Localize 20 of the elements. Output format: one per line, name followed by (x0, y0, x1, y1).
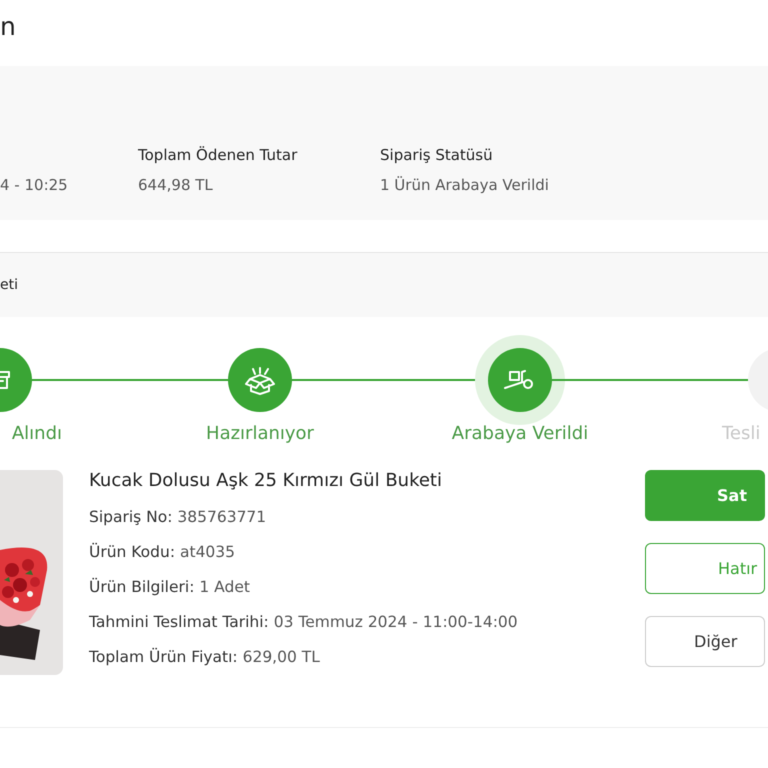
open-box-icon (243, 365, 277, 395)
section-text: eti (0, 277, 18, 293)
summary-value: 1 Ürün Arabaya Verildi (380, 176, 550, 194)
product-detail: Ürün Bilgileri: 1 Adet (89, 578, 251, 596)
product-title: Kucak Dolusu Aşk 25 Kırmızı Gül Buketi (89, 470, 443, 491)
product-detail: Toplam Ürün Fiyatı: 629,00 TL (89, 648, 321, 666)
action-button[interactable]: Hatır (645, 543, 765, 594)
product-detail: Sipariş No: 385763771 (89, 508, 268, 526)
summary-label: Sipariş Statüsü (380, 146, 494, 164)
step-label: Alındı (12, 423, 62, 444)
summary-label: Toplam Ödenen Tutar (138, 146, 298, 164)
page-title: n (0, 12, 17, 42)
step-label: Hazırlanıyor (206, 423, 314, 444)
action-button[interactable]: Diğer (645, 616, 765, 667)
product-detail: Ürün Kodu: at4035 (89, 543, 236, 561)
step-label: Arabaya Verildi (452, 423, 588, 444)
action-button[interactable]: Sat (645, 470, 765, 521)
product-detail: Tahmini Teslimat Tarihi: 03 Temmuz 2024 - 11:00-14:00 (89, 613, 519, 631)
summary-value: 644,98 TL (138, 176, 214, 194)
summary-value: 4 - 10:25 (0, 176, 69, 194)
